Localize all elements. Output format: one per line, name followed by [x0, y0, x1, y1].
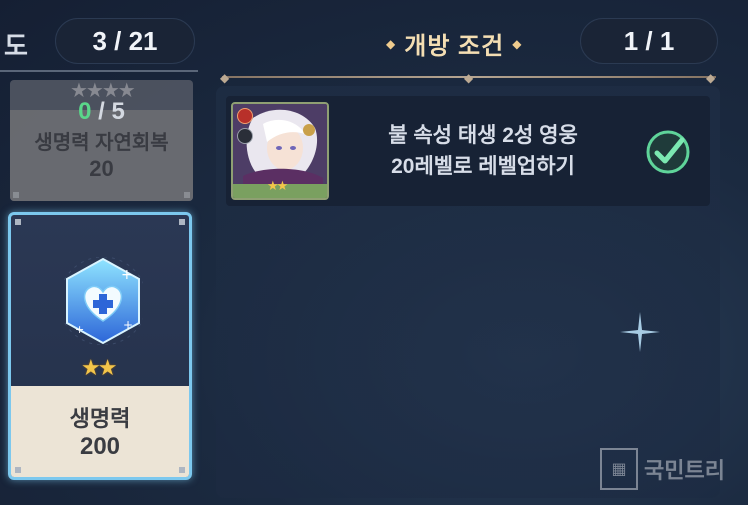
watermark: ▦ 국민트리	[600, 448, 725, 490]
level-current: 0	[78, 98, 92, 125]
skill-progress-pill: 3 / 21	[55, 18, 195, 64]
sparkle-icon	[620, 312, 660, 352]
corner-ornament	[179, 467, 185, 473]
corner-ornament	[13, 192, 19, 198]
skill-level-counter: 0 / 5	[10, 98, 193, 126]
watermark-text: 국민트리	[644, 458, 725, 483]
corner-ornament	[15, 467, 21, 473]
divider-diamond-icon: ◆	[464, 71, 474, 85]
check-icon	[646, 130, 690, 174]
condition-description: 불 속성 태생 2성 영웅 20레벨로 레벨업하기	[340, 120, 626, 182]
divider-diamond-icon: ◆	[220, 71, 230, 85]
skill-card-hp-regen[interactable]: ★★★★ 0 / 5 생명력 자연회복 20	[10, 80, 193, 201]
condition-line-1: 불 속성 태생 2성 영웅	[388, 124, 578, 147]
left-divider	[0, 70, 198, 72]
watermark-logo: ▦	[600, 448, 638, 490]
diamond-icon: ◆	[386, 36, 397, 51]
condition-header: ◆ 개방 조건 ◆	[386, 26, 522, 61]
hero-stars-icon: ★★	[267, 178, 288, 193]
hero-portrait[interactable]: ★★	[231, 102, 329, 200]
skill-value: 20	[89, 156, 114, 181]
fire-element-icon	[237, 108, 253, 124]
heart-plus-hexagon-icon: + + +	[63, 257, 143, 345]
level-total: / 5	[91, 98, 125, 125]
skill-name: 생명력 자연회복	[34, 132, 169, 154]
svg-text:+: +	[121, 267, 133, 283]
two-star-icon: ★★	[81, 355, 117, 380]
diamond-icon: ◆	[512, 36, 523, 51]
archer-class-icon	[237, 128, 253, 144]
condition-progress-pill: 1 / 1	[580, 18, 718, 64]
skill-card-hp[interactable]: + + + ★★ 생명력 200	[8, 212, 192, 480]
divider-diamond-icon: ◆	[706, 71, 716, 85]
condition-line-2: 20레벨로 레벨업하기	[391, 155, 575, 178]
condition-title: 개방 조건	[404, 33, 505, 60]
left-section-title: 도	[4, 31, 28, 61]
skill-name: 생명력	[69, 406, 131, 431]
corner-ornament	[184, 192, 190, 198]
svg-text:+: +	[75, 323, 84, 336]
header-divider: ◆ ◆ ◆	[220, 71, 716, 85]
corner-ornament	[15, 219, 21, 225]
svg-text:+: +	[123, 318, 133, 332]
skill-value: 200	[79, 433, 121, 460]
corner-ornament	[179, 219, 185, 225]
game-screen: 도 3 / 21 ◆ 개방 조건 ◆ 1 / 1 ◆ ◆ ◆ ★★★★ 0 / …	[0, 0, 748, 505]
